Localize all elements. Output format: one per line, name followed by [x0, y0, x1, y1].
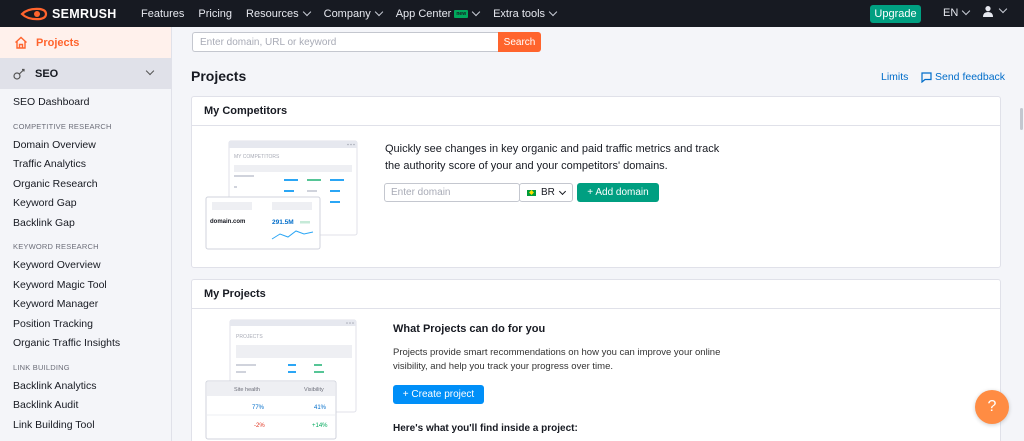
sidebar-item-domain-overview[interactable]: Domain Overview: [13, 136, 171, 156]
sidebar-section-label: SEO: [35, 67, 59, 80]
sidebar-item-keyword-overview[interactable]: Keyword Overview: [13, 256, 171, 276]
scrollbar[interactable]: [1020, 108, 1023, 130]
illustration-cell: 77%: [252, 405, 265, 411]
nav-item-extra-tools[interactable]: Extra tools: [493, 7, 558, 20]
card-heading: My Competitors: [192, 97, 1000, 126]
nav-item-pricing[interactable]: Pricing: [198, 8, 232, 20]
sidebar-section-heading: COMPETITIVE RESEARCH: [13, 121, 112, 131]
send-feedback-link[interactable]: Send feedback: [921, 71, 1005, 83]
illustration-panel-title: MY COMPETITORS: [234, 154, 280, 160]
sidebar-item-seo-dashboard[interactable]: SEO Dashboard: [13, 93, 171, 113]
sidebar-item-keyword-manager[interactable]: Keyword Manager: [13, 295, 171, 315]
chevron-down-icon: [145, 66, 155, 76]
competitors-description: Quickly see changes in key organic and p…: [385, 143, 720, 172]
inside-project-heading: Here's what you'll find inside a project…: [393, 423, 578, 434]
projects-illustration: PROJECTS Site health Visibility 77% 41% …: [205, 319, 357, 440]
search-button[interactable]: Search: [498, 32, 541, 52]
brand-name: SEMRUSH: [52, 6, 117, 21]
nav-item-company[interactable]: Company: [323, 7, 383, 20]
sidebar-menu: SEO Dashboard COMPETITIVE RESEARCH Domain …: [0, 89, 171, 435]
add-domain-button[interactable]: + Add domain: [577, 183, 659, 202]
search-bar: Search: [192, 32, 541, 52]
sidebar-item-position-tracking[interactable]: Position Tracking: [13, 315, 171, 335]
chevron-down-icon: [548, 7, 558, 16]
illustration-panel-title: PROJECTS: [236, 334, 263, 340]
language-label: EN: [943, 7, 959, 19]
sidebar-item-label: Projects: [36, 36, 80, 49]
sidebar-section-heading: LINK BUILDING: [13, 362, 70, 372]
sidebar-item-organic-traffic-insights[interactable]: Organic Traffic Insights: [13, 334, 171, 354]
nav-item-resources[interactable]: Resources: [246, 7, 311, 20]
nav-item-label: App Center: [395, 7, 452, 20]
home-icon: [15, 36, 27, 49]
chevron-down-icon: [998, 4, 1008, 14]
nav-item-label: Extra tools: [493, 7, 546, 20]
user-menu[interactable]: [982, 4, 1008, 17]
new-badge: new: [454, 9, 469, 18]
card-heading: My Projects: [192, 280, 1000, 309]
nav-item-label: Pricing: [198, 7, 233, 20]
user-icon: [983, 6, 993, 17]
sidebar-item-keyword-magic-tool[interactable]: Keyword Magic Tool: [13, 276, 171, 296]
language-selector[interactable]: EN: [943, 6, 971, 19]
projects-description: Projects provide smart recommendations o…: [393, 347, 721, 372]
sidebar-item-organic-research[interactable]: Organic Research: [13, 175, 171, 195]
chevron-down-icon: [962, 6, 971, 16]
country-code: BR: [541, 187, 555, 198]
search-input[interactable]: [192, 32, 498, 52]
semrush-logo-icon: [20, 7, 48, 20]
sidebar-section-heading: KEYWORD RESEARCH: [13, 242, 99, 251]
chevron-down-icon: [558, 187, 566, 195]
my-competitors-card: My Competitors MY COMPETITORS domain.com…: [191, 96, 1001, 268]
enter-domain-input[interactable]: Enter domain: [384, 183, 520, 202]
upgrade-button[interactable]: Upgrade: [870, 5, 921, 23]
sidebar-item-keyword-gap[interactable]: Keyword Gap: [13, 194, 171, 214]
sidebar-section-seo[interactable]: SEO: [0, 58, 171, 89]
illustration-cell: +14%: [312, 423, 328, 429]
illustration-cell: 41%: [314, 405, 327, 411]
brazil-flag-icon: [527, 189, 536, 196]
send-feedback-label: Send feedback: [935, 71, 1006, 83]
feedback-icon: [921, 71, 932, 83]
sidebar-item-backlink-analytics[interactable]: Backlink Analytics: [13, 377, 171, 397]
illustration-col-site-health: Site health: [234, 387, 260, 393]
seo-icon: [13, 68, 25, 80]
sidebar-item-traffic-analytics[interactable]: Traffic Analytics: [13, 155, 171, 175]
sidebar-item-backlink-gap[interactable]: Backlink Gap: [13, 214, 171, 234]
sidebar-item-projects[interactable]: Projects: [0, 27, 171, 58]
nav-item-label: Features: [141, 7, 185, 20]
illustration-cell: -2%: [254, 423, 265, 429]
sidebar: Projects SEO SEO Dashboard COMPETITIVE RE…: [0, 27, 172, 441]
help-button[interactable]: ?: [975, 390, 1009, 424]
nav-item-app-center[interactable]: App Center new: [395, 7, 481, 20]
illustration-value: 291.5M: [272, 219, 294, 226]
country-selector[interactable]: BR: [519, 183, 573, 202]
my-projects-card: My Projects PROJECTS Site health Visibil…: [191, 279, 1001, 441]
chevron-down-icon: [374, 7, 383, 16]
illustration-domain: domain.com: [210, 219, 245, 225]
top-navigation-bar: SEMRUSH Features Pricing Resources Company A…: [0, 0, 1024, 27]
limits-link[interactable]: Limits: [881, 71, 908, 83]
sidebar-item-link-building-tool[interactable]: Link Building Tool: [13, 416, 171, 436]
nav-item-label: Resources: [246, 7, 299, 20]
competitors-illustration: MY COMPETITORS domain.com 291.5M: [205, 140, 358, 250]
nav-item-label: Company: [323, 7, 371, 20]
chevron-down-icon: [302, 7, 311, 16]
chevron-down-icon: [471, 7, 481, 16]
illustration-col-visibility: Visibility: [304, 387, 324, 393]
what-projects-heading: What Projects can do for you: [393, 323, 546, 335]
semrush-logo[interactable]: SEMRUSH: [20, 7, 130, 21]
nav-item-features[interactable]: Features: [141, 8, 184, 20]
sidebar-item-backlink-audit[interactable]: Backlink Audit: [13, 396, 171, 416]
main-menu: Features Pricing Resources Company App Cente…: [141, 7, 570, 20]
create-project-button[interactable]: + Create project: [393, 385, 484, 404]
page-title: Projects: [191, 68, 247, 84]
